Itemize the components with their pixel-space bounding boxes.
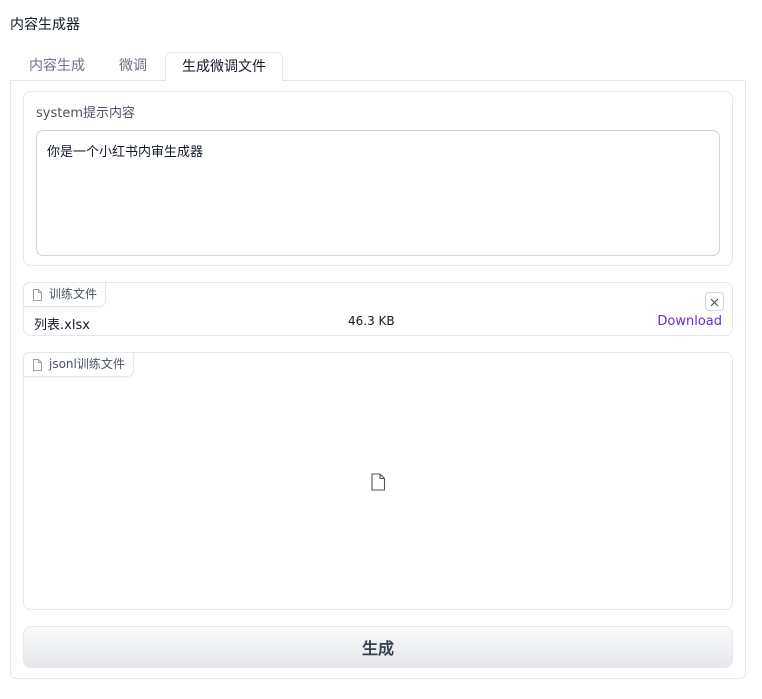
- system-prompt-block: system提示内容 你是一个小红书内审生成器: [23, 91, 733, 266]
- tab-bar: 内容生成 微调 生成微调文件: [10, 52, 746, 82]
- app-title: 内容生成器: [10, 17, 80, 33]
- clear-file-button[interactable]: [705, 292, 724, 311]
- file-size: 46.3 KB: [348, 314, 395, 328]
- tab-content-generate[interactable]: 内容生成: [16, 52, 98, 81]
- training-file-label: 训练文件: [49, 287, 98, 301]
- file-icon: [32, 358, 43, 371]
- jsonl-file-tag: jsonl训练文件: [23, 352, 134, 377]
- tab-finetune[interactable]: 微调: [104, 52, 162, 81]
- system-prompt-label: system提示内容: [36, 106, 135, 121]
- jsonl-file-block[interactable]: jsonl训练文件: [23, 352, 733, 610]
- download-link[interactable]: Download: [657, 314, 722, 329]
- empty-file-icon: [370, 473, 386, 495]
- close-icon: [710, 292, 719, 311]
- training-file-block: 训练文件 列表.xlsx 46.3 KB Download: [23, 282, 733, 336]
- training-file-tag: 训练文件: [23, 282, 107, 307]
- file-icon: [32, 288, 43, 301]
- generate-button[interactable]: 生成: [23, 626, 733, 668]
- tab-generate-finetune-file[interactable]: 生成微调文件: [165, 52, 283, 82]
- jsonl-file-label: jsonl训练文件: [49, 357, 125, 371]
- file-name: 列表.xlsx: [34, 318, 90, 333]
- system-prompt-input[interactable]: 你是一个小红书内审生成器: [36, 130, 720, 256]
- file-row: 列表.xlsx 46.3 KB Download: [24, 312, 732, 333]
